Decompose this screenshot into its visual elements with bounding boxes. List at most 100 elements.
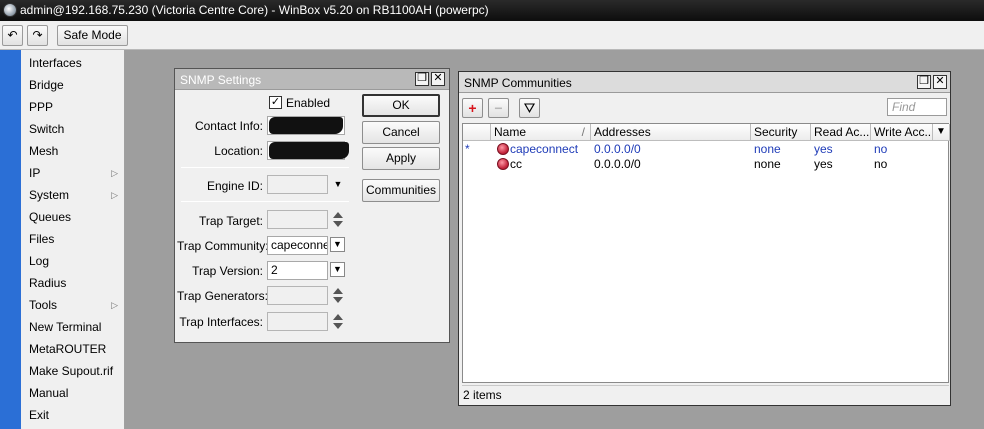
engine-id-field[interactable]	[267, 175, 328, 194]
table-row[interactable]: * capeconnect 0.0.0.0/0 none yes no	[463, 142, 948, 157]
community-write-access: no	[874, 157, 888, 171]
community-security: none	[754, 157, 781, 171]
community-name: capeconnect	[510, 142, 579, 156]
redacted-contact-info	[269, 117, 343, 134]
winbox-app-icon	[3, 3, 17, 17]
find-input[interactable]: Find	[887, 98, 947, 116]
column-header-read-access[interactable]: Read Ac...	[811, 124, 871, 141]
undo-button[interactable]: ↶	[2, 25, 23, 46]
trap-interfaces-field[interactable]	[267, 312, 328, 331]
sidebar-item-switch[interactable]: Switch	[21, 118, 124, 140]
snmp-communities-title-bar[interactable]: SNMP Communities ❐ ✕	[459, 72, 950, 93]
restore-icon[interactable]: ❐	[415, 72, 429, 86]
sidebar-item-files[interactable]: Files	[21, 228, 124, 250]
trap-generators-spin-icon[interactable]	[332, 288, 344, 304]
submenu-arrow-icon: ▷	[111, 190, 118, 200]
flag-column-header[interactable]	[463, 124, 491, 141]
redacted-location	[269, 142, 349, 159]
submenu-arrow-icon: ▷	[111, 168, 118, 178]
main-toolbar: ↶ ↷ Safe Mode	[0, 21, 984, 50]
community-security: none	[754, 142, 781, 156]
snmp-settings-title: SNMP Settings	[180, 73, 262, 87]
trap-target-label: Trap Target:	[198, 214, 263, 228]
sidebar-item-interfaces[interactable]: Interfaces	[21, 52, 124, 74]
enabled-label: Enabled	[286, 96, 331, 110]
communities-table: Name / Addresses Security Read Ac... Writ…	[462, 123, 950, 383]
filter-icon[interactable]: ⛛	[519, 98, 540, 118]
sidebar-item-make-supout[interactable]: Make Supout.rif	[21, 360, 124, 382]
location-label: Location:	[214, 144, 263, 158]
community-addresses: 0.0.0.0/0	[594, 142, 641, 156]
snmp-communities-window: SNMP Communities ❐ ✕ + − ⛛ Find Name / Ad…	[458, 71, 951, 406]
sidebar-item-system[interactable]: System ▷	[21, 184, 124, 206]
default-flag: *	[465, 142, 470, 156]
column-header-addresses[interactable]: Addresses	[591, 124, 751, 141]
community-icon	[497, 143, 509, 155]
sidebar-item-metarouter[interactable]: MetaROUTER	[21, 338, 124, 360]
trap-target-spin-icon[interactable]	[332, 212, 344, 228]
snmp-settings-title-bar[interactable]: SNMP Settings ❐ ✕	[175, 69, 449, 90]
default-flag	[465, 157, 485, 172]
sidebar-item-tools[interactable]: Tools ▷	[21, 294, 124, 316]
column-header-write-access[interactable]: Write Acc...	[871, 124, 933, 141]
trap-target-field[interactable]	[267, 210, 328, 229]
sidebar-item-ppp[interactable]: PPP	[21, 96, 124, 118]
trap-community-dropdown-icon[interactable]: ▼	[330, 237, 345, 252]
sidebar-item-manual[interactable]: Manual	[21, 382, 124, 404]
community-read-access: yes	[814, 157, 833, 171]
sidebar-item-bridge[interactable]: Bridge	[21, 74, 124, 96]
sidebar-item-ip[interactable]: IP ▷	[21, 162, 124, 184]
cancel-button[interactable]: Cancel	[362, 121, 440, 144]
column-header-name[interactable]: Name /	[491, 124, 591, 141]
column-header-security[interactable]: Security	[751, 124, 811, 141]
status-bar: 2 items	[462, 385, 949, 403]
communities-button[interactable]: Communities	[362, 179, 440, 202]
separator	[181, 167, 349, 168]
sidebar-item-new-terminal[interactable]: New Terminal	[21, 316, 124, 338]
trap-version-field[interactable]: 2	[267, 261, 328, 280]
sidebar-item-mesh[interactable]: Mesh	[21, 140, 124, 162]
redo-button[interactable]: ↷	[27, 25, 48, 46]
community-name: cc	[510, 157, 522, 171]
restore-icon[interactable]: ❐	[917, 75, 931, 89]
snmp-settings-window: SNMP Settings ❐ ✕ ✓ Enabled Contact Info…	[174, 68, 450, 343]
separator	[181, 201, 349, 202]
engine-id-label: Engine ID:	[206, 179, 263, 193]
enabled-checkbox[interactable]: ✓	[269, 96, 282, 109]
sidebar-item-exit[interactable]: Exit	[21, 404, 124, 426]
sidebar-item-radius[interactable]: Radius	[21, 272, 124, 294]
sort-indicator-icon: /	[581, 125, 585, 139]
remove-icon[interactable]: −	[488, 98, 509, 118]
window-title: admin@192.168.75.230 (Victoria Centre Co…	[20, 3, 489, 17]
add-icon[interactable]: +	[462, 98, 483, 118]
safe-mode-button[interactable]: Safe Mode	[57, 25, 128, 46]
trap-interfaces-spin-icon[interactable]	[332, 314, 344, 330]
redo-icon: ↷	[32, 28, 43, 42]
columns-menu-dropdown-icon[interactable]: ▼	[933, 124, 950, 141]
trap-community-field[interactable]: capeconne	[267, 236, 328, 255]
trap-generators-label: Trap Generators:	[177, 289, 268, 303]
trap-version-label: Trap Version:	[192, 264, 263, 278]
trap-generators-field[interactable]	[267, 286, 328, 305]
sidebar-item-queues[interactable]: Queues	[21, 206, 124, 228]
undo-icon: ↶	[7, 28, 18, 42]
table-row[interactable]: cc 0.0.0.0/0 none yes no	[463, 157, 948, 172]
sidebar-menu: Interfaces Bridge PPP Switch Mesh IP ▷ Sy…	[21, 50, 125, 429]
apply-button[interactable]: Apply	[362, 147, 440, 170]
ok-button[interactable]: OK	[362, 94, 440, 117]
community-addresses: 0.0.0.0/0	[594, 157, 641, 171]
trap-community-label: Trap Community:	[177, 239, 269, 253]
community-write-access: no	[874, 142, 888, 156]
community-read-access: yes	[814, 142, 833, 156]
app-title-bar: admin@192.168.75.230 (Victoria Centre Co…	[0, 0, 984, 21]
community-icon	[497, 158, 509, 170]
snmp-communities-title: SNMP Communities	[464, 76, 572, 90]
contact-info-label: Contact Info:	[194, 119, 263, 133]
close-icon[interactable]: ✕	[933, 75, 947, 89]
trap-version-dropdown-icon[interactable]: ▼	[330, 262, 345, 277]
trap-interfaces-label: Trap Interfaces:	[179, 315, 263, 329]
sidebar-accent-strip	[0, 50, 21, 429]
close-icon[interactable]: ✕	[431, 72, 445, 86]
sidebar-item-log[interactable]: Log	[21, 250, 124, 272]
engine-id-dropdown-icon[interactable]: ▼	[332, 177, 344, 191]
